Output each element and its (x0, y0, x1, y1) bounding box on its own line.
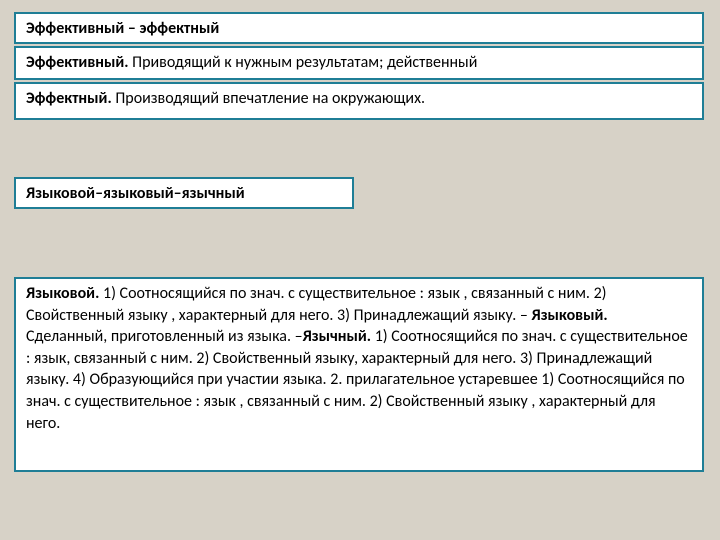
def-effektny: Производящий впечатление на окружающих. (112, 89, 425, 108)
heading-box-2: Языковой–языковый–язычный (14, 177, 354, 209)
term-yazykovoy: Языковой. (26, 284, 99, 303)
term-effektivny: Эффективный. (26, 53, 129, 72)
def-effektivny: Приводящий к нужным результатам; действе… (129, 53, 478, 72)
heading-box-1: Эффективный – эффектный (14, 12, 704, 44)
term-effektny: Эффектный. (26, 89, 112, 108)
def-yazykovyy: Сделанный, приготовленный из языка. – (26, 327, 303, 346)
def-yazykovoy: 1) Соотносящийся по знач. с существитель… (26, 284, 607, 325)
slide-canvas: Эффективный – эффектный Эффективный. При… (14, 12, 706, 528)
heading-1-text: Эффективный – эффектный (26, 19, 219, 38)
definition-box-effektny: Эффектный. Производящий впечатление на о… (14, 82, 704, 120)
heading-2-text: Языковой–языковый–язычный (26, 184, 245, 203)
term-yazykovyy: Языковый. (532, 306, 608, 325)
definition-box-effektivny: Эффективный. Приводящий к нужным результ… (14, 46, 704, 80)
definition-box-yazyk: Языковой. 1) Соотносящийся по знач. с су… (14, 277, 704, 472)
term-yazychny: Язычный. (303, 327, 372, 346)
